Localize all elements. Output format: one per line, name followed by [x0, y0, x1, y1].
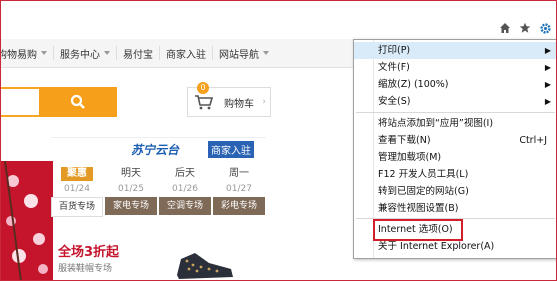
menu-item-print[interactable]: 打印(P) ▶ — [354, 42, 556, 59]
date-tab-date: 01/27 — [226, 184, 252, 194]
date-tab-3[interactable]: 周一 01/27 彩电专场 — [213, 167, 265, 215]
menu-item-label: 缩放(Z) (100%) — [378, 79, 449, 90]
submenu-arrow-icon: ▶ — [544, 63, 551, 72]
date-tab-0[interactable]: 聚惠 01/24 百货专场 — [51, 167, 103, 217]
date-tab-tag: 空调专场 — [159, 197, 211, 215]
menu-item-label: 打印(P) — [378, 45, 411, 56]
browser-window: 购物易购 服务中心 易付宝 商家入驻 网站导航 0 购物车 › 苏宁云台 商家入… — [0, 0, 557, 281]
nav-item-merchant[interactable]: 商家入驻 — [160, 46, 213, 61]
tools-menu: 打印(P) ▶ 文件(F) ▶ 缩放(Z) (100%) ▶ 安全(S) ▶ 将… — [353, 39, 556, 259]
menu-item-label: 安全(S) — [378, 96, 411, 107]
browser-toolbar — [1, 1, 556, 39]
cart-icon — [195, 95, 214, 110]
menu-item-label: 兼容性视图设置(B) — [378, 203, 459, 214]
flower-illustration — [4, 160, 48, 280]
shoe-product-image[interactable] — [173, 241, 237, 280]
date-tab-date: 01/26 — [172, 184, 198, 194]
menu-item-label: F12 开发人员工具(L) — [378, 169, 469, 180]
nav-item-site-nav[interactable]: 网站导航 — [213, 46, 275, 61]
promo-title[interactable]: 全场3折起 — [58, 241, 119, 260]
caret-down-icon — [41, 51, 47, 55]
menu-item-add-to-apps[interactable]: 将站点添加到“应用”视图(I) — [354, 115, 556, 132]
menu-item-dev-tools[interactable]: F12 开发人员工具(L) — [354, 166, 556, 183]
menu-item-pinned-sites[interactable]: 转到已固定的网站(G) — [354, 183, 556, 200]
cart-label: 购物车 — [224, 98, 254, 110]
date-tab-day: 明天 — [121, 168, 141, 179]
menu-item-view-downloads[interactable]: 查看下载(N) Ctrl+J — [354, 132, 556, 149]
nav-items: 购物易购 服务中心 易付宝 商家入驻 网站导航 — [1, 39, 275, 67]
search-input[interactable] — [1, 87, 41, 117]
date-tab-1[interactable]: 明天 01/25 家电专场 — [105, 167, 157, 215]
caret-down-icon — [104, 51, 110, 55]
date-tab-2[interactable]: 后天 01/26 空调专场 — [159, 167, 211, 215]
menu-item-manage-addons[interactable]: 管理加载项(M) — [354, 149, 556, 166]
submenu-arrow-icon: ▶ — [544, 97, 551, 106]
menu-separator — [356, 112, 555, 113]
search-icon — [70, 94, 85, 109]
menu-item-label: 查看下载(N) — [378, 135, 431, 146]
menu-item-label: 将站点添加到“应用”视图(I) — [378, 118, 494, 129]
nav-item-yifubao[interactable]: 易付宝 — [117, 46, 160, 61]
menu-item-file[interactable]: 文件(F) ▶ — [354, 59, 556, 76]
submenu-arrow-icon: ▶ — [544, 46, 551, 55]
menu-item-compat-view[interactable]: 兼容性视图设置(B) — [354, 200, 556, 217]
date-tab-day: 聚惠 — [61, 167, 93, 181]
nav-item-service[interactable]: 服务中心 — [54, 46, 117, 61]
nav-item-label: 网站导航 — [219, 49, 259, 61]
date-tab-day: 周一 — [229, 168, 249, 179]
menu-item-label: 管理加载项(M) — [378, 152, 442, 163]
studded-shoe-illustration — [177, 253, 233, 279]
promo-subtitle: 服装鞋帽专场 — [58, 264, 113, 274]
caret-down-icon — [263, 51, 269, 55]
date-tab-date: 01/25 — [118, 184, 144, 194]
nav-item-shopping[interactable]: 购物易购 — [0, 46, 54, 61]
menu-item-about-ie[interactable]: 关于 Internet Explorer(A) — [354, 238, 556, 255]
suning-cloud-logo[interactable]: 苏宁云台 — [131, 141, 179, 158]
menu-item-label: 转到已固定的网站(G) — [378, 186, 469, 197]
date-tab-tag: 彩电专场 — [213, 197, 265, 215]
menu-item-label: 关于 Internet Explorer(A) — [378, 241, 495, 252]
date-tabs: 聚惠 01/24 百货专场 明天 01/25 家电专场 后天 01/26 空调专… — [51, 167, 266, 221]
date-tab-day: 后天 — [175, 168, 195, 179]
nav-item-label: 易付宝 — [123, 49, 153, 61]
nav-item-label: 商家入驻 — [166, 49, 206, 61]
toolbar-icons — [498, 21, 552, 35]
cart-button[interactable]: 0 购物车 › — [187, 82, 271, 117]
date-tab-date: 01/24 — [64, 184, 90, 194]
cart-count-badge: 0 — [197, 82, 209, 94]
date-tab-tag: 家电专场 — [105, 197, 157, 215]
favorites-star-icon[interactable] — [518, 21, 532, 35]
settings-gear-icon[interactable] — [538, 21, 552, 35]
nav-item-label: 购物易购 — [0, 49, 37, 61]
menu-item-label: 文件(F) — [378, 62, 410, 73]
search-button[interactable] — [39, 87, 117, 117]
nav-item-label: 服务中心 — [60, 49, 100, 61]
chevron-right-icon: › — [262, 97, 266, 107]
merchant-join-tag[interactable]: 商家入驻 — [208, 141, 254, 158]
menu-item-safety[interactable]: 安全(S) ▶ — [354, 93, 556, 110]
home-icon[interactable] — [498, 21, 512, 35]
flower-banner-image[interactable] — [1, 160, 53, 280]
date-tab-tag: 百货专场 — [51, 197, 103, 217]
menu-item-shortcut: Ctrl+J — [519, 135, 547, 146]
menu-item-zoom[interactable]: 缩放(Z) (100%) ▶ — [354, 76, 556, 93]
submenu-arrow-icon: ▶ — [544, 80, 551, 89]
